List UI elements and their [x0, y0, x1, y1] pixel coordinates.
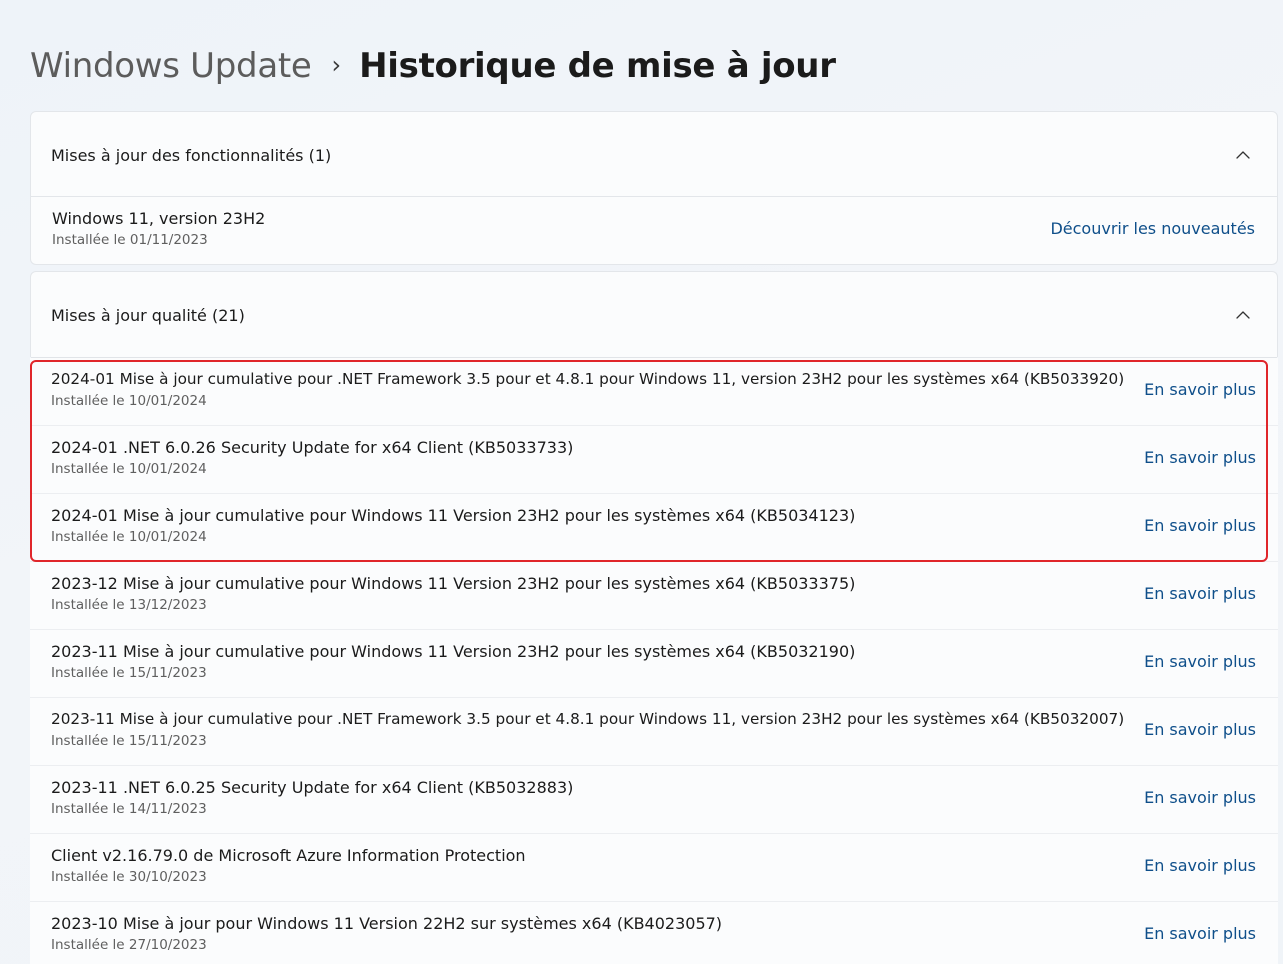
- chevron-up-icon[interactable]: [1235, 147, 1251, 163]
- update-installed-date: Installée le 30/10/2023: [51, 869, 207, 885]
- breadcrumb-parent-windows-update[interactable]: Windows Update: [30, 46, 312, 86]
- update-title: 2023-11 .NET 6.0.25 Security Update for …: [51, 778, 574, 797]
- update-installed-date: Installée le 10/01/2024: [51, 529, 207, 545]
- learn-more-link[interactable]: En savoir plus: [1144, 584, 1256, 603]
- update-installed-date: Installée le 14/11/2023: [51, 801, 207, 817]
- update-installed-date: Installée le 01/11/2023: [52, 232, 208, 248]
- quality-updates-section: Mises à jour qualité (21): [30, 271, 1278, 358]
- learn-more-link[interactable]: En savoir plus: [1144, 788, 1256, 807]
- learn-more-link[interactable]: En savoir plus: [1144, 720, 1256, 739]
- update-row: 2023-12 Mise à jour cumulative pour Wind…: [30, 562, 1278, 630]
- feature-updates-title: Mises à jour des fonctionnalités (1): [51, 145, 332, 165]
- whats-new-link[interactable]: Découvrir les nouveautés: [1050, 219, 1255, 238]
- update-row: 2023-10 Mise à jour pour Windows 11 Vers…: [30, 902, 1278, 964]
- breadcrumb-chevron-right-icon: ›: [331, 51, 342, 79]
- quality-updates-title: Mises à jour qualité (21): [51, 305, 245, 325]
- feature-updates-header[interactable]: Mises à jour des fonctionnalités (1): [31, 112, 1277, 198]
- update-installed-date: Installée le 10/01/2024: [51, 461, 207, 477]
- feature-updates-section: Mises à jour des fonctionnalités (1): [30, 111, 1278, 197]
- update-title: Windows 11, version 23H2: [52, 209, 266, 228]
- update-installed-date: Installée le 15/11/2023: [51, 733, 207, 749]
- update-row: 2024-01 Mise à jour cumulative pour Wind…: [30, 494, 1278, 562]
- learn-more-link[interactable]: En savoir plus: [1144, 856, 1256, 875]
- update-title: 2023-10 Mise à jour pour Windows 11 Vers…: [51, 914, 723, 933]
- update-title: 2024-01 Mise à jour cumulative pour .NET…: [51, 370, 1125, 388]
- update-row: 2024-01 .NET 6.0.26 Security Update for …: [30, 426, 1278, 494]
- learn-more-link[interactable]: En savoir plus: [1144, 516, 1256, 535]
- update-title: Client v2.16.79.0 de Microsoft Azure Inf…: [51, 846, 526, 865]
- breadcrumb: Windows Update › Historique de mise à jo…: [30, 40, 836, 92]
- update-installed-date: Installée le 27/10/2023: [51, 937, 207, 953]
- update-row: 2023-11 Mise à jour cumulative pour .NET…: [30, 698, 1278, 766]
- update-row: 2023-11 .NET 6.0.25 Security Update for …: [30, 766, 1278, 834]
- update-row: Client v2.16.79.0 de Microsoft Azure Inf…: [30, 834, 1278, 902]
- update-title: 2024-01 Mise à jour cumulative pour Wind…: [51, 506, 856, 525]
- feature-update-row: Windows 11, version 23H2 Installée le 01…: [30, 197, 1278, 265]
- page-title: Historique de mise à jour: [359, 46, 836, 86]
- learn-more-link[interactable]: En savoir plus: [1144, 448, 1256, 467]
- update-row: 2023-11 Mise à jour cumulative pour Wind…: [30, 630, 1278, 698]
- learn-more-link[interactable]: En savoir plus: [1144, 652, 1256, 671]
- update-installed-date: Installée le 15/11/2023: [51, 665, 207, 681]
- update-title: 2024-01 .NET 6.0.26 Security Update for …: [51, 438, 574, 457]
- update-row: 2024-01 Mise à jour cumulative pour .NET…: [30, 358, 1278, 426]
- update-installed-date: Installée le 10/01/2024: [51, 393, 207, 409]
- quality-updates-header[interactable]: Mises à jour qualité (21): [31, 272, 1277, 358]
- chevron-up-icon[interactable]: [1235, 307, 1251, 323]
- update-installed-date: Installée le 13/12/2023: [51, 597, 207, 613]
- learn-more-link[interactable]: En savoir plus: [1144, 380, 1256, 399]
- update-title: 2023-12 Mise à jour cumulative pour Wind…: [51, 574, 856, 593]
- update-title: 2023-11 Mise à jour cumulative pour Wind…: [51, 642, 856, 661]
- learn-more-link[interactable]: En savoir plus: [1144, 924, 1256, 943]
- update-title: 2023-11 Mise à jour cumulative pour .NET…: [51, 710, 1125, 728]
